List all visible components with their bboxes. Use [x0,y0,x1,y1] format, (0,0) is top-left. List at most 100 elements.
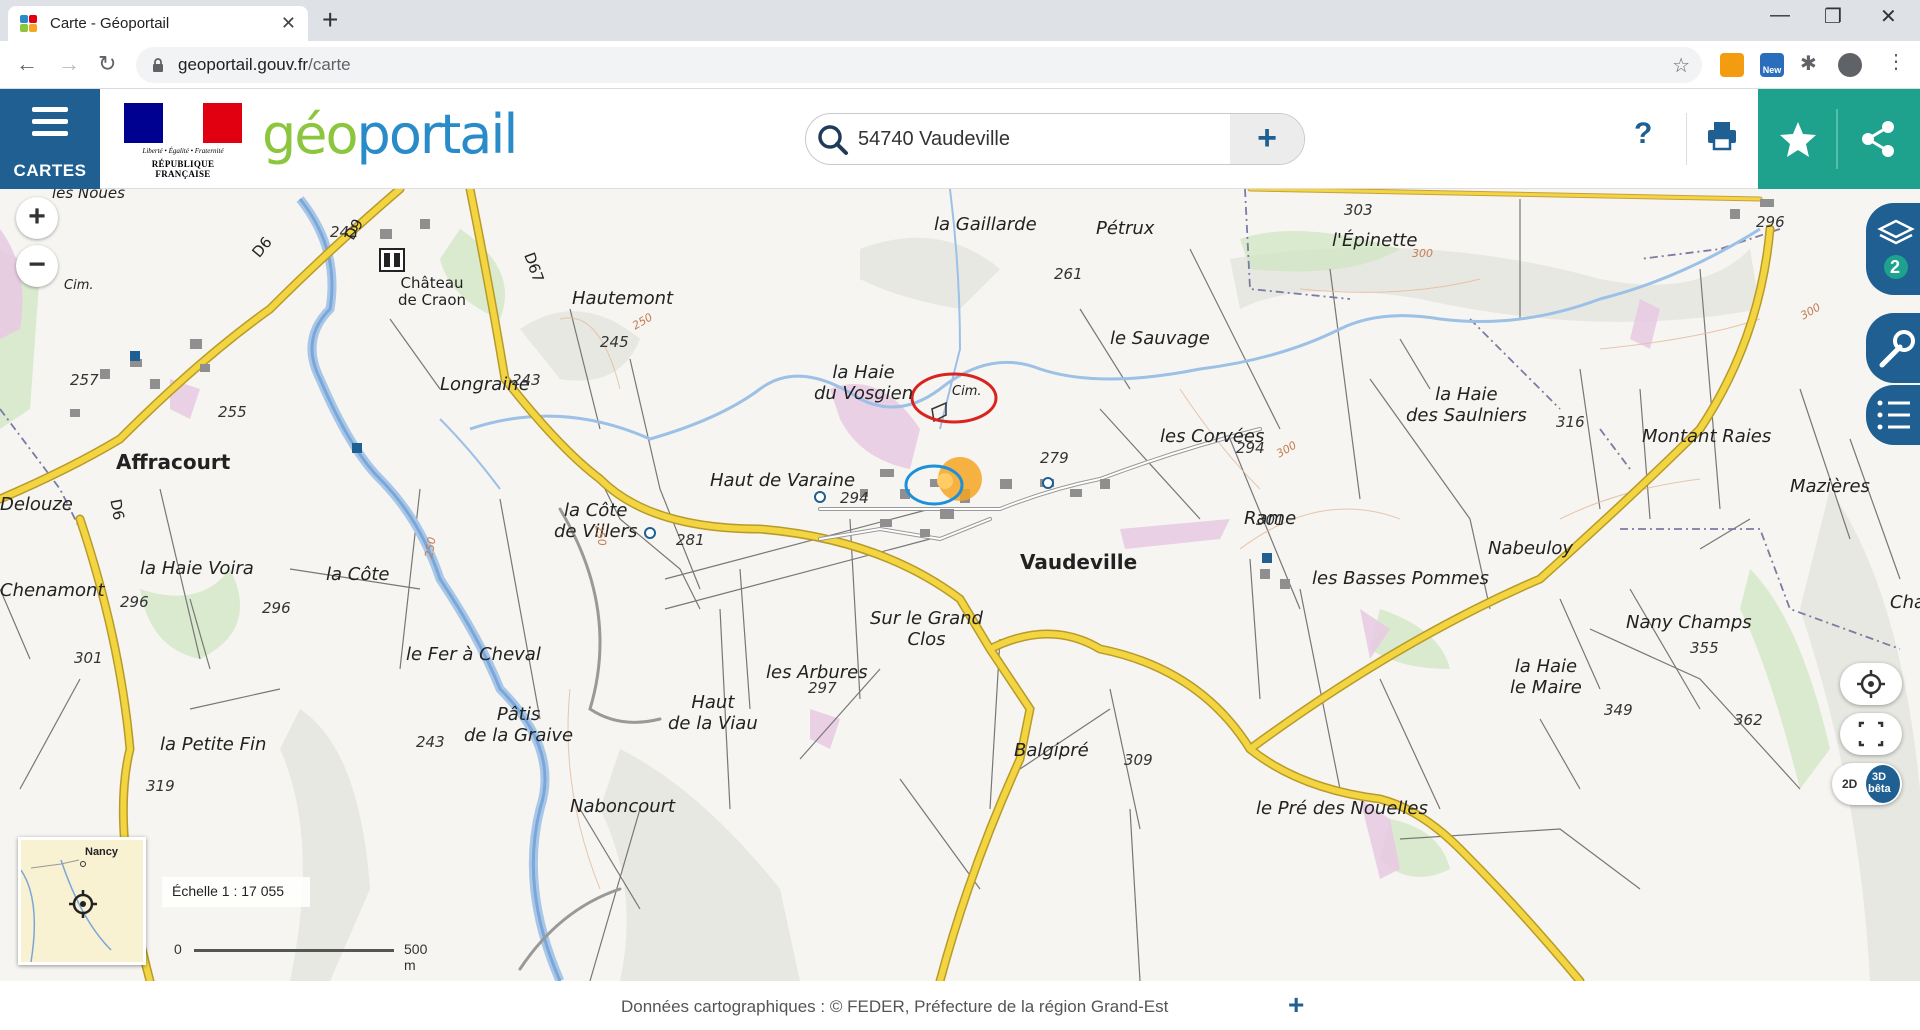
elevation-label: 279 [1040,449,1069,467]
tab-title: Carte - Géoportail [50,15,170,32]
beta-label: bêta [1868,783,1891,795]
reload-icon[interactable]: ↻ [98,51,116,77]
browser-menu-icon[interactable]: ⋮ [1886,49,1910,73]
favorites-star-button[interactable] [1758,89,1838,189]
elevation-label: 349 [1604,701,1633,719]
minimize-icon[interactable]: — [1770,4,1790,27]
browser-address-bar: ← → ↻ geoportail.gouv.fr/carte ☆ New ✱ ⋮ [0,41,1920,89]
elevation-label: 281 [676,531,705,549]
2d-label: 2D [1842,777,1858,791]
elevation-label: 319 [146,777,175,795]
minimap-canvas [20,859,112,963]
browser-tab[interactable]: Carte - Géoportail ✕ [8,6,308,41]
place-label: Cim. [64,278,94,293]
place-label: la Gaillarde [934,214,1037,235]
elevation-label: 362 [1734,711,1763,729]
lock-icon [153,58,163,72]
scale-ratio: Échelle 1 : 17 055 [162,877,310,907]
help-button[interactable]: ? [1634,117,1652,151]
3d-label: 3D [1872,771,1887,783]
list-icon [1877,400,1910,430]
place-label: Naboncourt [570,796,676,817]
2d-3d-toggle[interactable]: 2D 3D bêta [1832,763,1902,805]
place-label: la Haie le Maire [1510,656,1582,698]
elevation-label: 309 [1124,751,1153,769]
elevation-label: 303 [1344,201,1373,219]
fullscreen-icon [1858,721,1884,747]
scale-line [194,949,394,952]
place-label: le Pré des Nouelles [1256,798,1428,819]
elevation-label: 296 [1756,213,1785,231]
tools-panel-button[interactable] [1866,313,1920,383]
layers-icon [1877,219,1915,279]
attribution-footer: Données cartographiques : © FEDER, Préfe… [0,981,1920,1030]
place-label: Mazières [1790,476,1870,497]
search-icon[interactable] [806,113,858,165]
elevation-label: 261 [1054,265,1083,283]
zoom-in-button[interactable]: + [16,197,58,239]
attribution-text: Données cartographiques : © FEDER, Préfe… [621,997,1169,1016]
attribution-expand-button[interactable]: + [1288,989,1304,1021]
fullscreen-button[interactable] [1840,713,1902,755]
elevation-label: 296 [262,599,291,617]
search-input[interactable] [858,127,1228,151]
new-tab-button[interactable]: + [322,6,338,34]
elevation-label: 243 [512,371,541,389]
star-icon [1780,122,1816,157]
contour-label: 300 [1412,247,1433,260]
profile-avatar-icon[interactable] [1838,53,1862,77]
scale-end: 500 m [404,941,428,973]
place-label: la Haie du Vosgien [814,362,914,404]
elevation-label: 297 [808,679,837,697]
close-window-icon[interactable]: ✕ [1880,4,1897,29]
url-path: /carte [308,55,351,74]
back-icon[interactable]: ← [16,51,38,77]
geoportail-logo[interactable]: géoportail [262,103,518,166]
header-separator [1686,113,1687,165]
place-label: Pétrux [1096,218,1155,239]
extension-new-icon[interactable]: New [1760,53,1784,77]
place-label: l'Épinette [1332,230,1418,251]
share-icon [1862,121,1894,157]
share-button[interactable] [1838,89,1918,189]
map-viewport[interactable]: la Gaillarde Pétrux Hautemont l'Épinette… [0,189,1920,981]
geolocate-button[interactable] [1840,663,1902,705]
hamburger-icon [32,107,68,143]
place-label: la Haie Voira [140,558,254,579]
elevation-label: 355 [1690,639,1719,657]
place-label: le Sauvage [1110,328,1210,349]
url-field[interactable]: geoportail.gouv.fr/carte ☆ [136,47,1702,83]
print-icon[interactable] [1706,119,1738,151]
place-label: la Petite Fin [160,734,267,755]
cartes-menu-button[interactable]: CARTES [0,89,100,189]
chateau-symbol [379,248,405,272]
zoom-out-button[interactable]: − [16,245,58,287]
bookmark-star-icon[interactable]: ☆ [1672,53,1690,78]
marianne-flag [124,103,242,143]
republique-francaise-logo: Liberté • Égalité • Fraternité RÉPUBLIQU… [124,103,242,179]
restore-icon[interactable]: ❐ [1824,4,1842,29]
place-label: les Basses Pommes [1312,568,1489,589]
geoportail-header: CARTES Liberté • Égalité • Fraternité RÉ… [0,89,1920,189]
place-label: Affracourt [116,450,231,474]
place-label: les Noues [52,189,125,202]
close-tab-icon[interactable]: ✕ [281,13,296,34]
elevation-label: 294 [1236,439,1265,457]
legend-panel-button[interactable] [1866,385,1920,445]
extension-camera-icon[interactable] [1720,53,1744,77]
place-label: Hautemont [572,288,674,309]
elevation-label: 301 [74,649,103,667]
place-label: Montant Raies [1642,426,1772,447]
forward-icon[interactable]: → [58,51,80,77]
place-label: Vaudeville [1020,550,1138,574]
place-label: le Fer à Cheval [406,644,541,665]
layers-panel-button[interactable]: 2 [1866,203,1920,295]
search-options-plus-button[interactable]: + [1230,114,1304,164]
place-label: la Haie des Saulniers [1406,384,1527,426]
extensions-puzzle-icon[interactable]: ✱ [1800,51,1824,75]
layers-count-badge: 2 [1890,257,1901,277]
place-label: Château de Craon [398,274,467,310]
overview-minimap[interactable]: Nancy [18,837,146,965]
search-box: + [805,113,1305,165]
scale-bar: 0 500 m [170,937,440,973]
